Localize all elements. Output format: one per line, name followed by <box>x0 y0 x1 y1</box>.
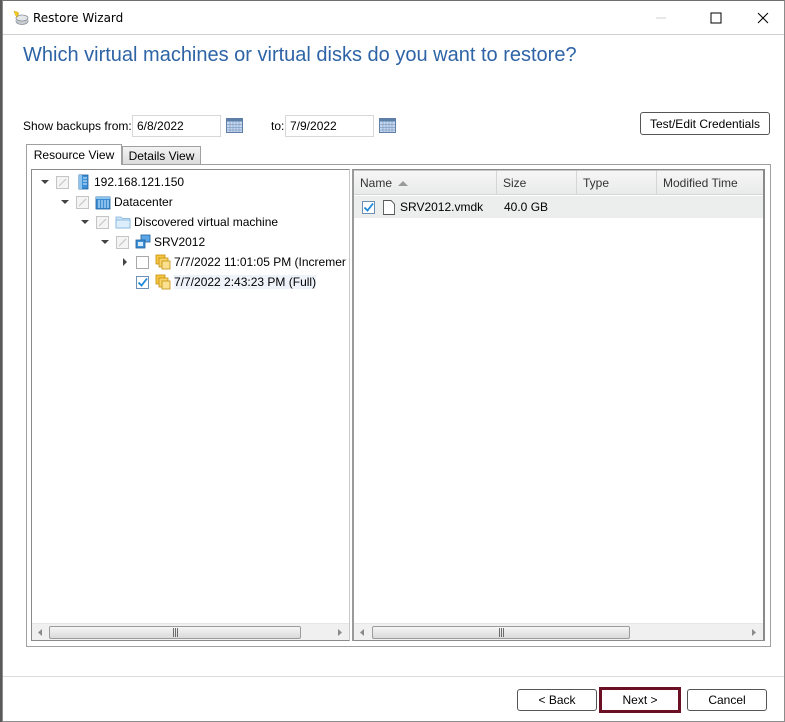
restore-wizard-window: Restore Wizard Which virtual machines or… <box>2 0 785 722</box>
backup-set-icon <box>155 254 171 270</box>
tree-node-label: 7/7/2022 2:43:23 PM (Full) <box>174 275 317 289</box>
from-date-input[interactable]: 6/8/2022 <box>132 115 221 137</box>
column-header-modified-time[interactable]: Modified Time <box>657 171 763 195</box>
cancel-button[interactable]: Cancel <box>687 689 767 711</box>
column-header-type[interactable]: Type <box>577 171 657 195</box>
column-header-size[interactable]: Size <box>497 171 577 195</box>
file-size: 40.0 GB <box>504 200 549 214</box>
scrollbar-thumb[interactable]: ||| <box>372 626 630 639</box>
minimize-button[interactable] <box>638 1 684 35</box>
tree-node-datacenter[interactable]: Datacenter <box>60 192 173 212</box>
collapse-arrow-icon[interactable] <box>80 217 90 227</box>
footer-divider <box>3 676 784 677</box>
expand-arrow-icon[interactable] <box>120 257 130 267</box>
from-calendar-button[interactable] <box>226 118 243 133</box>
backup-set-icon <box>155 274 171 290</box>
calendar-icon <box>379 118 396 133</box>
page-heading: Which virtual machines or virtual disks … <box>23 44 577 66</box>
checkmark-icon <box>137 277 148 287</box>
list-header: Name Size Type Modified Time <box>354 170 763 195</box>
scroll-right-arrow-icon <box>752 628 756 636</box>
scroll-left-arrow-icon <box>38 628 42 636</box>
tree-checkbox[interactable] <box>116 235 129 249</box>
list-item[interactable]: SRV2012.vmdk 40.0 GB <box>354 196 763 218</box>
tree-node-label: 7/7/2022 11:01:05 PM (Incremer <box>174 255 346 269</box>
window-title: Restore Wizard <box>33 11 124 25</box>
file-list: Name Size Type Modified Time SRV2012.vmd… <box>352 169 765 641</box>
next-button[interactable]: Next > <box>599 687 681 713</box>
scrollbar-thumb[interactable]: ||| <box>49 626 301 639</box>
collapse-arrow-icon[interactable] <box>40 177 50 187</box>
collapse-arrow-icon[interactable] <box>60 197 70 207</box>
tree-node-backup-incremental[interactable]: 7/7/2022 11:01:05 PM (Incremer <box>120 252 346 272</box>
close-button[interactable] <box>740 1 785 35</box>
grip-icon: ||| <box>497 627 505 638</box>
tree-node-host[interactable]: 192.168.121.150 <box>40 172 184 192</box>
back-button[interactable]: < Back <box>517 689 597 711</box>
datacenter-icon <box>95 194 111 210</box>
to-date-label: to: <box>271 119 285 133</box>
scroll-left-button[interactable] <box>354 624 371 640</box>
tree-node-label: Discovered virtual machine <box>134 215 279 229</box>
file-icon <box>381 199 397 215</box>
folder-icon <box>115 214 131 230</box>
tree-node-folder[interactable]: Discovered virtual machine <box>80 212 278 232</box>
close-icon <box>757 12 769 24</box>
to-date-input[interactable]: 7/9/2022 <box>285 115 374 137</box>
scroll-right-arrow-icon <box>338 628 342 636</box>
collapse-arrow-icon[interactable] <box>100 237 110 247</box>
tree-horizontal-scrollbar[interactable]: ||| <box>32 623 349 640</box>
tree-checkbox[interactable] <box>96 215 109 229</box>
maximize-icon <box>710 12 722 24</box>
test-edit-credentials-button[interactable]: Test/Edit Credentials <box>640 112 770 135</box>
title-bar: Restore Wizard <box>3 1 784 35</box>
tab-details-view[interactable]: Details View <box>122 146 201 164</box>
tree-node-label: 192.168.121.150 <box>94 175 185 189</box>
tree-checkbox[interactable] <box>136 255 149 269</box>
checkmark-icon <box>363 202 374 212</box>
maximize-button[interactable] <box>693 1 739 35</box>
scroll-right-button[interactable] <box>746 624 763 640</box>
tree-checkbox[interactable] <box>76 195 89 209</box>
restore-wizard-icon <box>13 10 29 26</box>
tree-checkbox[interactable] <box>56 175 69 189</box>
resource-tree: 192.168.121.150 Datacenter Discovered vi… <box>31 169 350 641</box>
scroll-left-arrow-icon <box>360 628 364 636</box>
to-calendar-button[interactable] <box>379 118 396 133</box>
tree-node-vm[interactable]: SRV2012 <box>100 232 205 252</box>
column-header-name[interactable]: Name <box>354 171 497 195</box>
scroll-right-button[interactable] <box>332 624 349 640</box>
file-name: SRV2012.vmdk <box>400 200 484 214</box>
minimize-icon <box>656 17 666 19</box>
virtual-machine-icon <box>135 234 151 250</box>
calendar-icon <box>226 118 243 133</box>
tab-resource-view[interactable]: Resource View <box>26 144 122 165</box>
resource-view-panel: 192.168.121.150 Datacenter Discovered vi… <box>26 164 771 647</box>
tree-checkbox[interactable] <box>136 275 149 289</box>
sort-ascending-icon <box>398 181 409 186</box>
tree-node-label: Datacenter <box>114 195 173 209</box>
file-checkbox[interactable] <box>362 200 375 214</box>
grip-icon: ||| <box>171 627 179 638</box>
scroll-left-button[interactable] <box>32 624 49 640</box>
tree-node-label: SRV2012 <box>154 235 206 249</box>
file-list-horizontal-scrollbar[interactable]: ||| <box>354 623 763 640</box>
server-icon <box>75 174 91 190</box>
tree-node-backup-full[interactable]: 7/7/2022 2:43:23 PM (Full) <box>120 272 317 292</box>
from-date-label: Show backups from: <box>23 119 132 133</box>
